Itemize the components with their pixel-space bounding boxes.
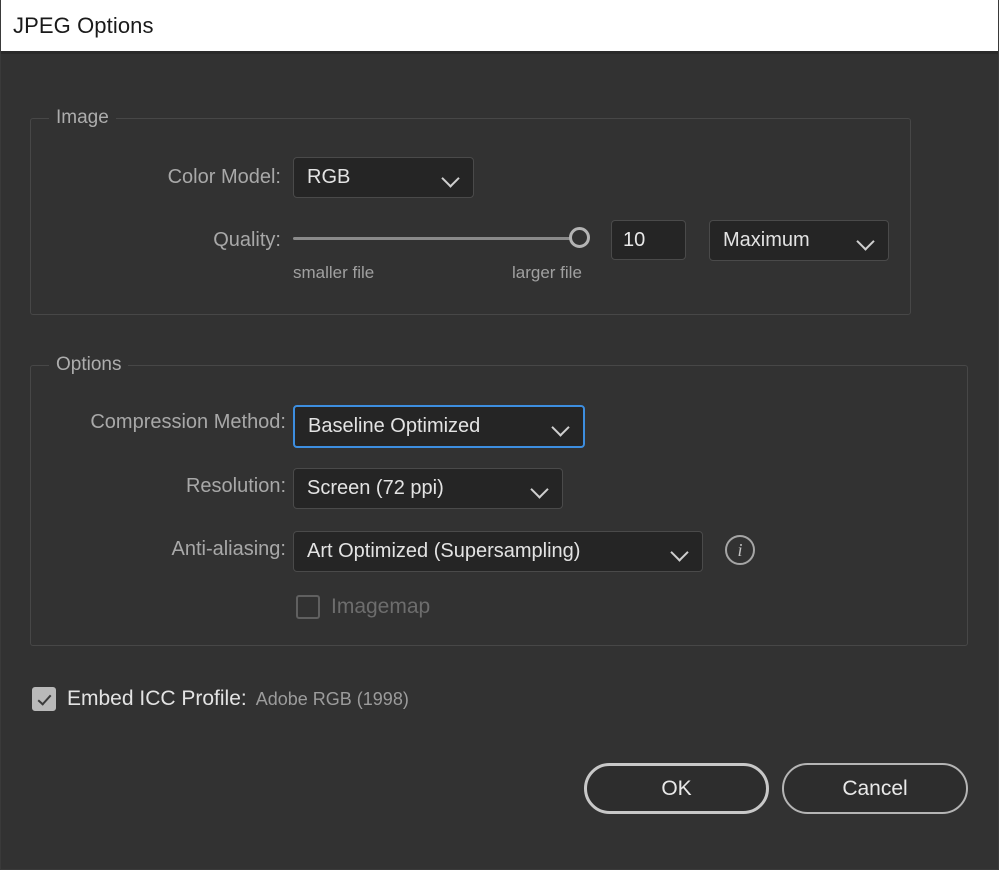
compression-method-label: Compression Method: <box>51 411 286 434</box>
anti-aliasing-value: Art Optimized (Supersampling) <box>294 540 668 563</box>
dialog-titlebar: JPEG Options <box>1 0 999 54</box>
embed-icc-profile-row[interactable]: Embed ICC Profile: Adobe RGB (1998) <box>32 687 409 711</box>
anti-aliasing-label: Anti-aliasing: <box>146 538 286 561</box>
jpeg-options-dialog: JPEG Options Image Color Model: RGB Qual… <box>0 0 999 870</box>
imagemap-checkbox-row: Imagemap <box>296 595 430 619</box>
color-model-value: RGB <box>294 166 439 189</box>
chevron-down-icon <box>549 415 573 439</box>
dialog-title: JPEG Options <box>13 13 154 39</box>
resolution-dropdown[interactable]: Screen (72 ppi) <box>293 468 563 509</box>
quality-hint-smaller: smaller file <box>293 263 374 283</box>
info-circle-icon[interactable]: i <box>725 535 755 565</box>
color-model-row: Color Model: RGB <box>151 157 474 198</box>
embed-icc-profile-value: Adobe RGB (1998) <box>256 689 409 710</box>
embed-icc-profile-label: Embed ICC Profile: <box>67 687 247 711</box>
ok-button-label: OK <box>661 777 691 801</box>
chevron-down-icon <box>528 477 552 501</box>
anti-aliasing-dropdown[interactable]: Art Optimized (Supersampling) <box>293 531 703 572</box>
chevron-down-icon <box>439 166 463 190</box>
embed-icc-profile-checkbox[interactable] <box>32 687 56 711</box>
image-group-label: Image <box>49 107 116 129</box>
quality-value-input[interactable] <box>611 220 686 260</box>
quality-preset-value: Maximum <box>710 229 854 252</box>
chevron-down-icon <box>854 229 878 253</box>
color-model-label: Color Model: <box>151 166 281 189</box>
quality-hint-larger: larger file <box>512 263 582 283</box>
cancel-button[interactable]: Cancel <box>782 763 968 814</box>
imagemap-label: Imagemap <box>331 595 430 619</box>
imagemap-checkbox <box>296 595 320 619</box>
resolution-label: Resolution: <box>166 475 286 498</box>
quality-preset-dropdown[interactable]: Maximum <box>709 220 889 261</box>
image-group-box: Image <box>30 118 911 315</box>
compression-method-dropdown[interactable]: Baseline Optimized <box>293 405 585 448</box>
ok-button[interactable]: OK <box>584 763 769 814</box>
quality-slider[interactable] <box>293 224 603 254</box>
compression-method-value: Baseline Optimized <box>295 415 549 438</box>
options-group-label: Options <box>49 354 128 376</box>
quality-slider-track[interactable] <box>293 237 585 240</box>
quality-label: Quality: <box>201 229 281 252</box>
color-model-dropdown[interactable]: RGB <box>293 157 474 198</box>
quality-slider-thumb[interactable] <box>569 227 590 248</box>
cancel-button-label: Cancel <box>842 777 907 801</box>
resolution-value: Screen (72 ppi) <box>294 477 528 500</box>
chevron-down-icon <box>668 540 692 564</box>
